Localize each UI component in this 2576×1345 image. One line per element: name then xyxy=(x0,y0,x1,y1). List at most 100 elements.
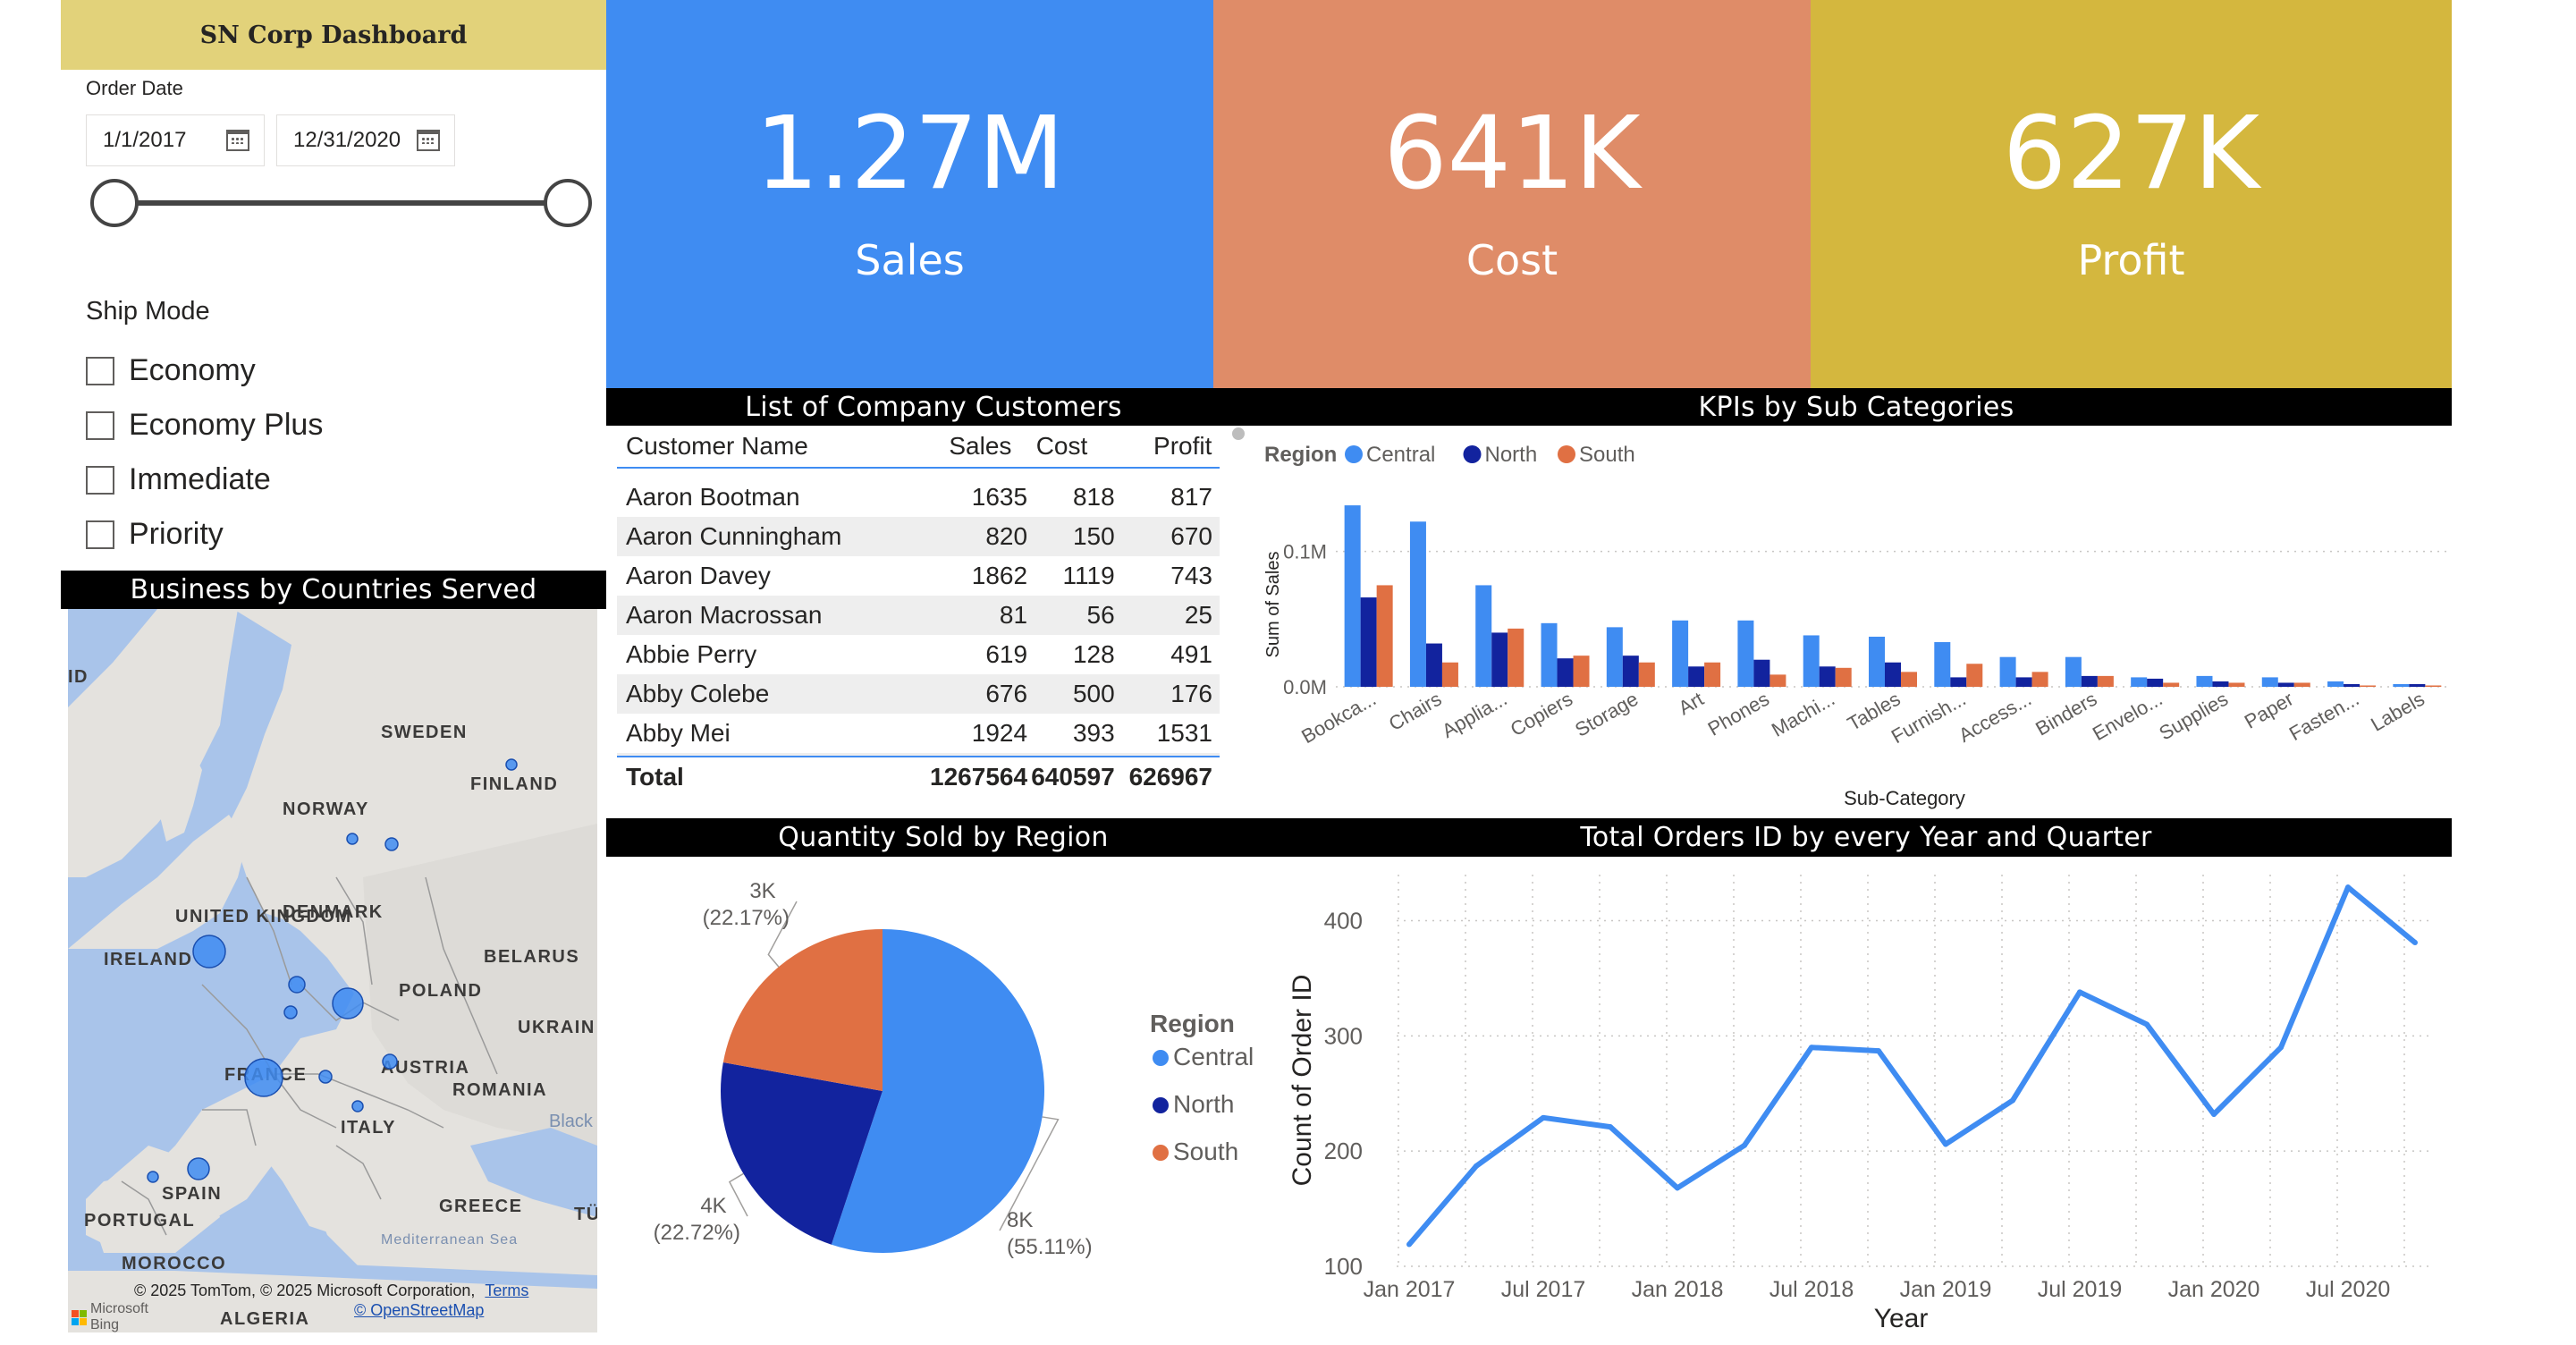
bar[interactable] xyxy=(2131,677,2148,687)
column-header[interactable]: Customer Name xyxy=(617,432,877,461)
date-slider-end-handle[interactable] xyxy=(544,179,592,227)
bar[interactable] xyxy=(1934,642,1951,687)
calendar-icon[interactable] xyxy=(417,130,440,151)
column-header[interactable]: Profit xyxy=(1114,432,1220,461)
line-point[interactable] xyxy=(1876,1048,1881,1054)
map-bubble[interactable] xyxy=(187,1157,210,1180)
start-date-input[interactable]: 1/1/2017 xyxy=(86,114,265,166)
bar[interactable] xyxy=(1541,622,1558,687)
table-scrollbar[interactable] xyxy=(1232,427,1245,440)
ship-mode-option[interactable]: Economy Plus xyxy=(86,398,323,453)
map-bubble[interactable] xyxy=(346,833,359,845)
bar[interactable] xyxy=(2409,683,2426,687)
profit-kpi-card[interactable]: 627K Profit xyxy=(1811,0,2452,388)
map-bubble[interactable] xyxy=(318,1070,333,1084)
line-point[interactable] xyxy=(1742,1142,1747,1148)
legend-marker[interactable] xyxy=(1153,1145,1169,1161)
line-point[interactable] xyxy=(1474,1163,1479,1169)
bar[interactable] xyxy=(1704,662,1721,687)
bar[interactable] xyxy=(2196,675,2213,687)
bar[interactable] xyxy=(1999,656,2016,687)
checkbox[interactable] xyxy=(86,356,114,385)
date-slider-start-handle[interactable] xyxy=(90,179,139,227)
bar[interactable] xyxy=(1819,666,1836,687)
column-header[interactable]: Cost xyxy=(1027,432,1114,461)
line-point[interactable] xyxy=(2345,884,2351,891)
map-bubble[interactable] xyxy=(147,1171,159,1183)
terms-link[interactable]: Terms xyxy=(485,1282,528,1299)
column-header[interactable]: Sales xyxy=(877,432,1026,461)
bar[interactable] xyxy=(1475,585,1492,687)
bar[interactable] xyxy=(1344,505,1361,687)
table-row[interactable]: Aaron Bootman 1635 818 817 xyxy=(617,478,1220,517)
map-bubble[interactable] xyxy=(332,987,364,1019)
line-point[interactable] xyxy=(2077,989,2082,995)
line-point[interactable] xyxy=(1809,1045,1814,1051)
bar[interactable] xyxy=(2277,682,2294,687)
bar[interactable] xyxy=(1737,620,1754,687)
bar[interactable] xyxy=(1409,521,1426,687)
table-row[interactable]: Abby Mei 1924 393 1531 xyxy=(617,714,1220,753)
table-row[interactable]: Aaron Cunningham 820 150 670 xyxy=(617,517,1220,556)
bar[interactable] xyxy=(2293,682,2310,687)
map-canvas[interactable]: ID SWEDEN FINLAND NORWAY UNITED KINGDOM … xyxy=(68,609,597,1332)
bar[interactable] xyxy=(1360,597,1377,687)
bar[interactable] xyxy=(1769,674,1786,687)
bar[interactable] xyxy=(1885,662,1901,687)
bar[interactable] xyxy=(2015,677,2032,687)
line-point[interactable] xyxy=(1608,1124,1613,1130)
end-date-input[interactable]: 12/31/2020 xyxy=(276,114,455,166)
legend-marker[interactable] xyxy=(1153,1097,1169,1113)
bar[interactable] xyxy=(1803,635,1820,687)
bar[interactable] xyxy=(1491,632,1508,687)
line-point[interactable] xyxy=(2278,1045,2284,1051)
table-row[interactable]: Aaron Davey 1862 1119 743 xyxy=(617,556,1220,596)
legend-item-label[interactable]: South xyxy=(1173,1138,1238,1165)
bar[interactable] xyxy=(1869,636,1885,687)
bar[interactable] xyxy=(1606,627,1623,687)
ship-mode-option[interactable]: Immediate xyxy=(86,453,323,507)
bar[interactable] xyxy=(2097,675,2114,687)
bar[interactable] xyxy=(2425,685,2442,687)
bar[interactable] xyxy=(2065,656,2082,687)
ship-mode-option[interactable]: Priority xyxy=(86,507,323,562)
map-bubble[interactable] xyxy=(384,837,399,851)
map-bubble[interactable] xyxy=(382,1053,398,1070)
bar[interactable] xyxy=(1688,666,1705,687)
bar[interactable] xyxy=(2147,678,2164,687)
line-point[interactable] xyxy=(1541,1114,1546,1121)
bar[interactable] xyxy=(1557,658,1574,687)
table-body[interactable]: Aaron Bootman 1635 818 817 Aaron Cunningham 8… xyxy=(617,478,1220,757)
bar[interactable] xyxy=(2327,681,2344,687)
legend-item-label[interactable]: Central xyxy=(1173,1043,1254,1070)
table-row[interactable]: Abby Colebe 676 500 176 xyxy=(617,674,1220,714)
line-point[interactable] xyxy=(1406,1241,1412,1248)
map-bubble[interactable] xyxy=(192,935,226,969)
map-bubble[interactable] xyxy=(505,758,518,771)
bar[interactable] xyxy=(1622,656,1639,687)
bar[interactable] xyxy=(1835,667,1852,687)
checkbox[interactable] xyxy=(86,520,114,549)
bar[interactable] xyxy=(1425,643,1442,687)
map-bubble[interactable] xyxy=(288,976,306,994)
ship-mode-option[interactable]: Economy xyxy=(86,343,323,398)
bar[interactable] xyxy=(1508,628,1524,687)
table-row[interactable]: Abbie Perry 619 128 491 xyxy=(617,635,1220,674)
bar[interactable] xyxy=(1950,677,1967,687)
checkbox[interactable] xyxy=(86,465,114,495)
bar[interactable] xyxy=(2344,683,2361,687)
line-point[interactable] xyxy=(1943,1141,1948,1147)
europe-map[interactable]: ID SWEDEN FINLAND NORWAY UNITED KINGDOM … xyxy=(68,609,597,1332)
checkbox[interactable] xyxy=(86,410,114,440)
calendar-icon[interactable] xyxy=(226,130,249,151)
bar[interactable] xyxy=(1901,672,1917,687)
bar[interactable] xyxy=(1753,659,1770,687)
bar[interactable] xyxy=(1573,656,1590,687)
legend-marker[interactable] xyxy=(1345,445,1363,463)
legend-marker[interactable] xyxy=(1153,1050,1169,1066)
legend-item-label[interactable]: North xyxy=(1173,1090,1234,1118)
map-bubble[interactable] xyxy=(283,1005,298,1019)
bar[interactable] xyxy=(2163,682,2180,687)
line-point[interactable] xyxy=(2211,1111,2217,1117)
map-bubble[interactable] xyxy=(351,1100,364,1112)
